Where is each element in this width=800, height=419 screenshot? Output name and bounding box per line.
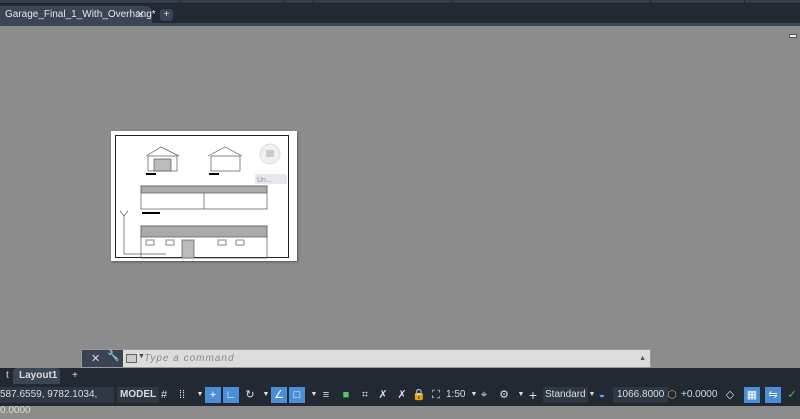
grid-icon[interactable]: # [156, 387, 172, 403]
autoscale-icon[interactable]: ✗ [394, 387, 410, 403]
ortho-icon[interactable]: ∟ [223, 387, 239, 403]
coordinates-readout[interactable]: 587.6559, 9782.1034, 0.0000 [0, 387, 114, 416]
model-space-button[interactable]: MODEL [117, 387, 160, 403]
hardware-acceleration-icon[interactable]: ▦ [744, 387, 760, 403]
maximize-viewport-icon[interactable]: ⛶ [428, 387, 444, 403]
tab-layout1[interactable]: Layout1 [13, 368, 60, 384]
layout-tab-bar: t Layout1 + [0, 368, 800, 384]
lineweight-icon[interactable]: ≡ [318, 387, 334, 403]
document-tab[interactable]: Garage_Final_1_With_Overhang* ✕ [0, 6, 156, 23]
document-tab-bar: Garage_Final_1_With_Overhang* ✕ + [0, 4, 800, 23]
new-tab-button[interactable]: + [160, 9, 173, 21]
offset-value[interactable]: +0.0000 [681, 387, 717, 403]
minimize-viewport-button[interactable] [789, 34, 797, 38]
divider [0, 23, 800, 26]
viewcube-wcs-label[interactable]: Un... [257, 177, 272, 184]
elevation-icon: ◒ [598, 389, 606, 401]
customization-icon[interactable]: ✓ [784, 387, 800, 403]
close-icon[interactable]: ✕ [136, 8, 145, 21]
elevation-value[interactable]: 1066.8000 [613, 387, 669, 403]
command-line-controls: ✕ 🔧 [82, 350, 123, 367]
gear-icon[interactable]: ⚙ [496, 387, 512, 403]
history-up-icon[interactable]: ▲ [639, 355, 646, 362]
selection-cycling-icon[interactable]: ⌗ [357, 387, 373, 403]
close-icon[interactable]: ✕ [91, 352, 100, 365]
offset-icon: ⬡ [667, 389, 677, 401]
wrench-icon[interactable]: 🔧 [107, 351, 119, 362]
transparency-icon[interactable]: ■ [338, 387, 354, 403]
command-line: ✕ 🔧 ▼ Type a command ▲ [81, 349, 651, 368]
plus-icon[interactable]: + [525, 387, 541, 403]
annotation-scale-dropdown[interactable]: 1:50 [446, 387, 465, 403]
annotation-visibility-icon[interactable]: ✗ [375, 387, 391, 403]
isodraft-icon[interactable]: ∠ [271, 387, 287, 403]
dynamic-input-icon[interactable]: + [205, 387, 221, 403]
isolate-objects-icon[interactable]: ◇ [722, 387, 738, 403]
add-layout-button[interactable]: + [66, 368, 84, 384]
garage-drawing: Un... [119, 143, 287, 259]
viewport[interactable]: Un... [115, 135, 289, 259]
clean-screen-icon[interactable]: ⇋ [765, 387, 781, 403]
object-snap-icon[interactable]: □ [289, 387, 305, 403]
polar-icon[interactable]: ↻ [242, 387, 258, 403]
viewport-scale-icon[interactable]: ⌖ [476, 387, 492, 403]
annotation-style-dropdown[interactable]: Standard [543, 387, 588, 403]
command-input[interactable]: Type a command [144, 353, 235, 364]
snap-icon[interactable]: ⁞⁞ [174, 387, 190, 403]
terminal-icon[interactable] [126, 354, 137, 363]
lock-icon[interactable]: 🔒 [411, 387, 427, 403]
layout-paper[interactable]: Un... [111, 131, 297, 261]
status-bar: 587.6559, 9782.1034, 0.0000 MODEL # ⁞⁞ ▼… [0, 384, 800, 416]
document-tab-title: Garage_Final_1_With_Overhang* [5, 9, 156, 20]
